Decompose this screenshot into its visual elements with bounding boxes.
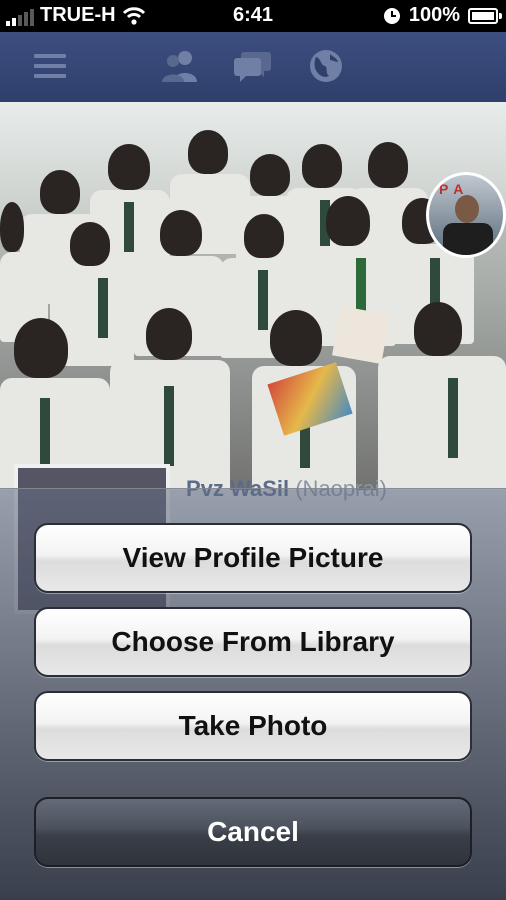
status-bar: TRUE-H 6:41 100% xyxy=(0,0,506,32)
friends-icon[interactable] xyxy=(160,48,200,84)
nav-bar xyxy=(0,32,506,102)
profile-picture-thumbnail[interactable]: PA xyxy=(426,172,506,258)
menu-icon[interactable] xyxy=(32,48,68,84)
action-sheet: View Profile Picture Choose From Library… xyxy=(0,488,506,900)
choose-from-library-button[interactable]: Choose From Library xyxy=(34,607,472,677)
cover-photo[interactable]: PA xyxy=(0,102,506,502)
messages-icon[interactable] xyxy=(234,48,272,84)
globe-icon[interactable] xyxy=(308,48,344,84)
battery-percent: 100% xyxy=(408,4,460,26)
battery-icon xyxy=(468,7,502,24)
cancel-button[interactable]: Cancel xyxy=(34,797,472,867)
clock-icon xyxy=(383,7,400,24)
status-right: 100% xyxy=(383,4,502,27)
view-profile-picture-button[interactable]: View Profile Picture xyxy=(34,523,472,593)
take-photo-button[interactable]: Take Photo xyxy=(34,691,472,761)
